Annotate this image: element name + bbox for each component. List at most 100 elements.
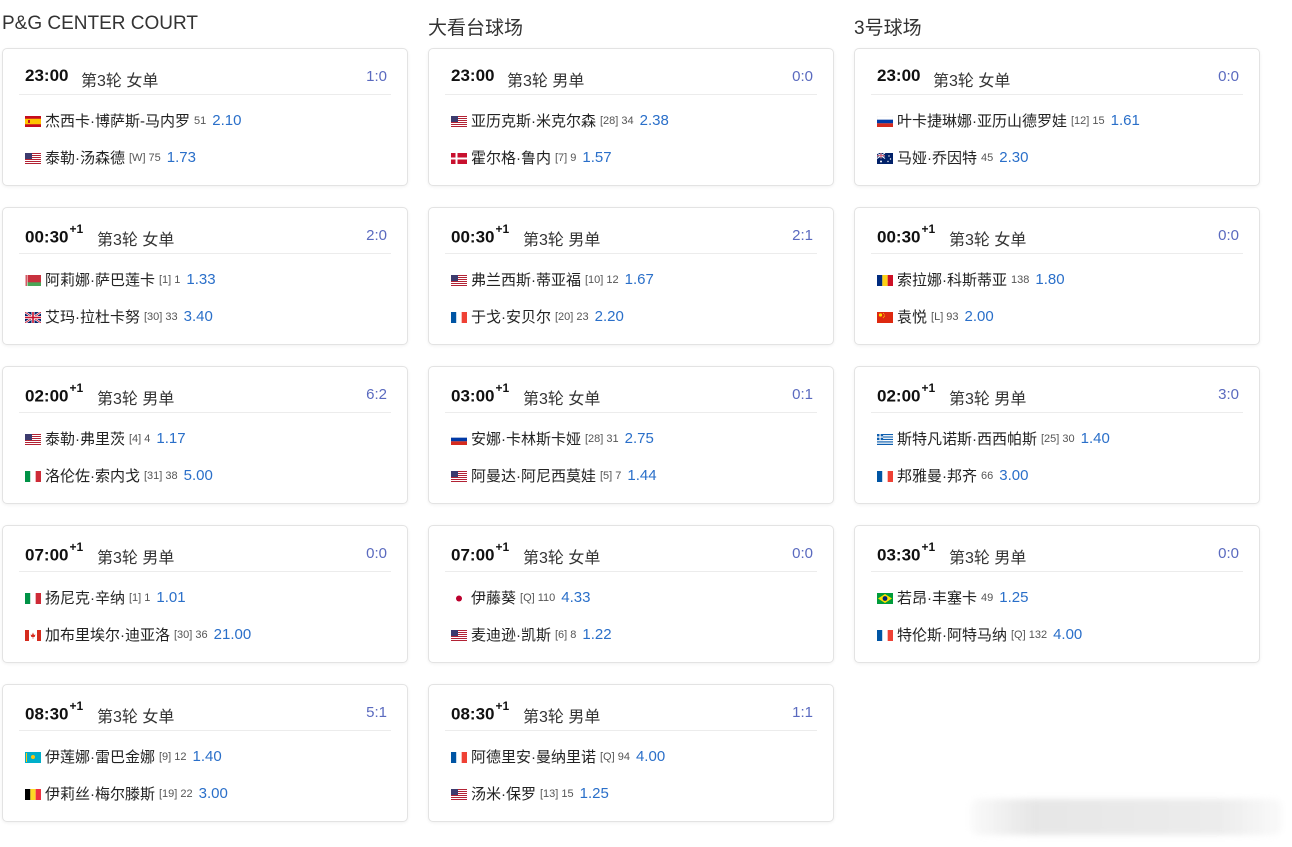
player-row[interactable]: 汤米·保罗 [13] 15 1.25 <box>451 783 609 804</box>
player-row[interactable]: 弗兰西斯·蒂亚福 [10] 12 1.67 <box>451 269 654 290</box>
player-row[interactable]: 亚历克斯·米克尔森 [28] 34 2.38 <box>451 110 669 131</box>
player-name[interactable]: 扬尼克·辛纳 <box>45 587 125 608</box>
player-row[interactable]: 霍尔格·鲁内 [7] 9 1.57 <box>451 147 612 168</box>
player-row[interactable]: 扬尼克·辛纳 [1] 1 1.01 <box>25 587 186 608</box>
player-name[interactable]: 伊莉丝·梅尔滕斯 <box>45 783 155 804</box>
player-odds[interactable]: 2.20 <box>595 308 624 325</box>
match-card[interactable]: 03:00+1 第3轮 女单 0:1 安娜·卡林斯卡娅 [28] 31 2.75… <box>428 366 834 504</box>
player-row[interactable]: 于戈·安贝尔 [20] 23 2.20 <box>451 306 624 327</box>
player-odds[interactable]: 1.73 <box>167 149 196 166</box>
player-name[interactable]: 马娅·乔因特 <box>897 147 977 168</box>
player-odds[interactable]: 1.44 <box>627 467 656 484</box>
player-odds[interactable]: 1.25 <box>999 589 1028 606</box>
match-card[interactable]: 08:30+1 第3轮 男单 1:1 阿德里安·曼纳里诺 [Q] 94 4.00… <box>428 684 834 822</box>
match-card[interactable]: 00:30+1 第3轮 女单 2:0 阿莉娜·萨巴莲卡 [1] 1 1.33 艾… <box>2 207 408 345</box>
player-row[interactable]: 阿德里安·曼纳里诺 [Q] 94 4.00 <box>451 746 665 767</box>
player-name[interactable]: 加布里埃尔·迪亚洛 <box>45 624 170 645</box>
player-name[interactable]: 泰勒·汤森德 <box>45 147 125 168</box>
player-name[interactable]: 叶卡捷琳娜·亚历山德罗娃 <box>897 110 1067 131</box>
player-name[interactable]: 于戈·安贝尔 <box>471 306 551 327</box>
player-row[interactable]: 艾玛·拉杜卡努 [30] 33 3.40 <box>25 306 213 327</box>
player-odds[interactable]: 1.17 <box>156 430 185 447</box>
player-name[interactable]: 麦迪逊·凯斯 <box>471 624 551 645</box>
match-card[interactable]: 23:00 第3轮 女单 1:0 杰西卡·博萨斯-马内罗 51 2.10 泰勒·… <box>2 48 408 186</box>
player-odds[interactable]: 1.33 <box>186 271 215 288</box>
player-name[interactable]: 袁悦 <box>897 306 927 327</box>
player-odds[interactable]: 2.00 <box>965 308 994 325</box>
player-name[interactable]: 索拉娜·科斯蒂亚 <box>897 269 1007 290</box>
player-row[interactable]: 伊藤葵 [Q] 110 4.33 <box>451 587 590 608</box>
player-name[interactable]: 洛伦佐·索内戈 <box>45 465 140 486</box>
player-seed: [30] 36 <box>174 628 208 641</box>
player-odds[interactable]: 3.00 <box>199 785 228 802</box>
player-odds[interactable]: 5.00 <box>184 467 213 484</box>
match-card[interactable]: 08:30+1 第3轮 女单 5:1 伊莲娜·雷巴金娜 [9] 12 1.40 … <box>2 684 408 822</box>
player-odds[interactable]: 1.40 <box>193 748 222 765</box>
player-odds[interactable]: 1.61 <box>1111 112 1140 129</box>
player-name[interactable]: 特伦斯·阿特马纳 <box>897 624 1007 645</box>
player-row[interactable]: 泰勒·弗里茨 [4] 4 1.17 <box>25 428 186 449</box>
player-row[interactable]: 泰勒·汤森德 [W] 75 1.73 <box>25 147 196 168</box>
player-row[interactable]: 洛伦佐·索内戈 [31] 38 5.00 <box>25 465 213 486</box>
match-card[interactable]: 07:00+1 第3轮 男单 0:0 扬尼克·辛纳 [1] 1 1.01 加布里… <box>2 525 408 663</box>
player-name[interactable]: 艾玛·拉杜卡努 <box>45 306 140 327</box>
player-name[interactable]: 汤米·保罗 <box>471 783 536 804</box>
player-row[interactable]: 麦迪逊·凯斯 [6] 8 1.22 <box>451 624 612 645</box>
player-row[interactable]: 加布里埃尔·迪亚洛 [30] 36 21.00 <box>25 624 251 645</box>
player-odds[interactable]: 2.75 <box>625 430 654 447</box>
player-row[interactable]: 阿莉娜·萨巴莲卡 [1] 1 1.33 <box>25 269 216 290</box>
player-odds[interactable]: 2.30 <box>999 149 1028 166</box>
match-card[interactable]: 00:30+1 第3轮 男单 2:1 弗兰西斯·蒂亚福 [10] 12 1.67… <box>428 207 834 345</box>
player-row[interactable]: 特伦斯·阿特马纳 [Q] 132 4.00 <box>877 624 1082 645</box>
player-odds[interactable]: 3.40 <box>184 308 213 325</box>
player-name[interactable]: 若昂·丰塞卡 <box>897 587 977 608</box>
player-name[interactable]: 杰西卡·博萨斯-马内罗 <box>45 110 190 131</box>
player-odds[interactable]: 21.00 <box>214 626 252 643</box>
match-card[interactable]: 23:00 第3轮 男单 0:0 亚历克斯·米克尔森 [28] 34 2.38 … <box>428 48 834 186</box>
player-row[interactable]: 杰西卡·博萨斯-马内罗 51 2.10 <box>25 110 241 131</box>
player-name[interactable]: 亚历克斯·米克尔森 <box>471 110 596 131</box>
match-card[interactable]: 03:30+1 第3轮 男单 0:0 若昂·丰塞卡 49 1.25 特伦斯·阿特… <box>854 525 1260 663</box>
player-odds[interactable]: 1.40 <box>1081 430 1110 447</box>
player-row[interactable]: 若昂·丰塞卡 49 1.25 <box>877 587 1028 608</box>
player-odds[interactable]: 1.01 <box>156 589 185 606</box>
player-odds[interactable]: 3.00 <box>999 467 1028 484</box>
player-row[interactable]: 马娅·乔因特 45 2.30 <box>877 147 1028 168</box>
player-name[interactable]: 霍尔格·鲁内 <box>471 147 551 168</box>
player-name[interactable]: 安娜·卡林斯卡娅 <box>471 428 581 449</box>
player-name[interactable]: 泰勒·弗里茨 <box>45 428 125 449</box>
player-row[interactable]: 伊莲娜·雷巴金娜 [9] 12 1.40 <box>25 746 222 767</box>
match-card[interactable]: 02:00+1 第3轮 男单 6:2 泰勒·弗里茨 [4] 4 1.17 洛伦佐… <box>2 366 408 504</box>
player-row[interactable]: 索拉娜·科斯蒂亚 138 1.80 <box>877 269 1065 290</box>
player-odds[interactable]: 1.22 <box>582 626 611 643</box>
player-name[interactable]: 弗兰西斯·蒂亚福 <box>471 269 581 290</box>
player-odds[interactable]: 2.38 <box>640 112 669 129</box>
player-odds[interactable]: 4.00 <box>636 748 665 765</box>
player-odds[interactable]: 1.67 <box>625 271 654 288</box>
player-row[interactable]: 伊莉丝·梅尔滕斯 [19] 22 3.00 <box>25 783 228 804</box>
match-card[interactable]: 02:00+1 第3轮 男单 3:0 斯特凡诺斯·西西帕斯 [25] 30 1.… <box>854 366 1260 504</box>
player-row[interactable]: 安娜·卡林斯卡娅 [28] 31 2.75 <box>451 428 654 449</box>
player-row[interactable]: 斯特凡诺斯·西西帕斯 [25] 30 1.40 <box>877 428 1110 449</box>
player-name[interactable]: 阿莉娜·萨巴莲卡 <box>45 269 155 290</box>
player-odds[interactable]: 2.10 <box>212 112 241 129</box>
player-name[interactable]: 邦雅曼·邦齐 <box>897 465 977 486</box>
player-row[interactable]: 阿曼达·阿尼西莫娃 [5] 7 1.44 <box>451 465 657 486</box>
player-odds[interactable]: 1.80 <box>1035 271 1064 288</box>
player-row[interactable]: 邦雅曼·邦齐 66 3.00 <box>877 465 1028 486</box>
player-odds[interactable]: 4.33 <box>561 589 590 606</box>
player-row[interactable]: 袁悦 [L] 93 2.00 <box>877 306 994 327</box>
player-name[interactable]: 伊藤葵 <box>471 587 516 608</box>
match-card[interactable]: 00:30+1 第3轮 女单 0:0 索拉娜·科斯蒂亚 138 1.80 袁悦 … <box>854 207 1260 345</box>
match-card[interactable]: 07:00+1 第3轮 女单 0:0 伊藤葵 [Q] 110 4.33 麦迪逊·… <box>428 525 834 663</box>
player-odds[interactable]: 4.00 <box>1053 626 1082 643</box>
player-odds[interactable]: 1.25 <box>580 785 609 802</box>
match-header: 23:00 第3轮 女单 0:0 <box>871 49 1243 95</box>
player-name[interactable]: 阿德里安·曼纳里诺 <box>471 746 596 767</box>
player-name[interactable]: 阿曼达·阿尼西莫娃 <box>471 465 596 486</box>
player-odds[interactable]: 1.57 <box>582 149 611 166</box>
player-name[interactable]: 斯特凡诺斯·西西帕斯 <box>897 428 1037 449</box>
player-name[interactable]: 伊莲娜·雷巴金娜 <box>45 746 155 767</box>
match-card[interactable]: 23:00 第3轮 女单 0:0 叶卡捷琳娜·亚历山德罗娃 [12] 15 1.… <box>854 48 1260 186</box>
player-row[interactable]: 叶卡捷琳娜·亚历山德罗娃 [12] 15 1.61 <box>877 110 1140 131</box>
